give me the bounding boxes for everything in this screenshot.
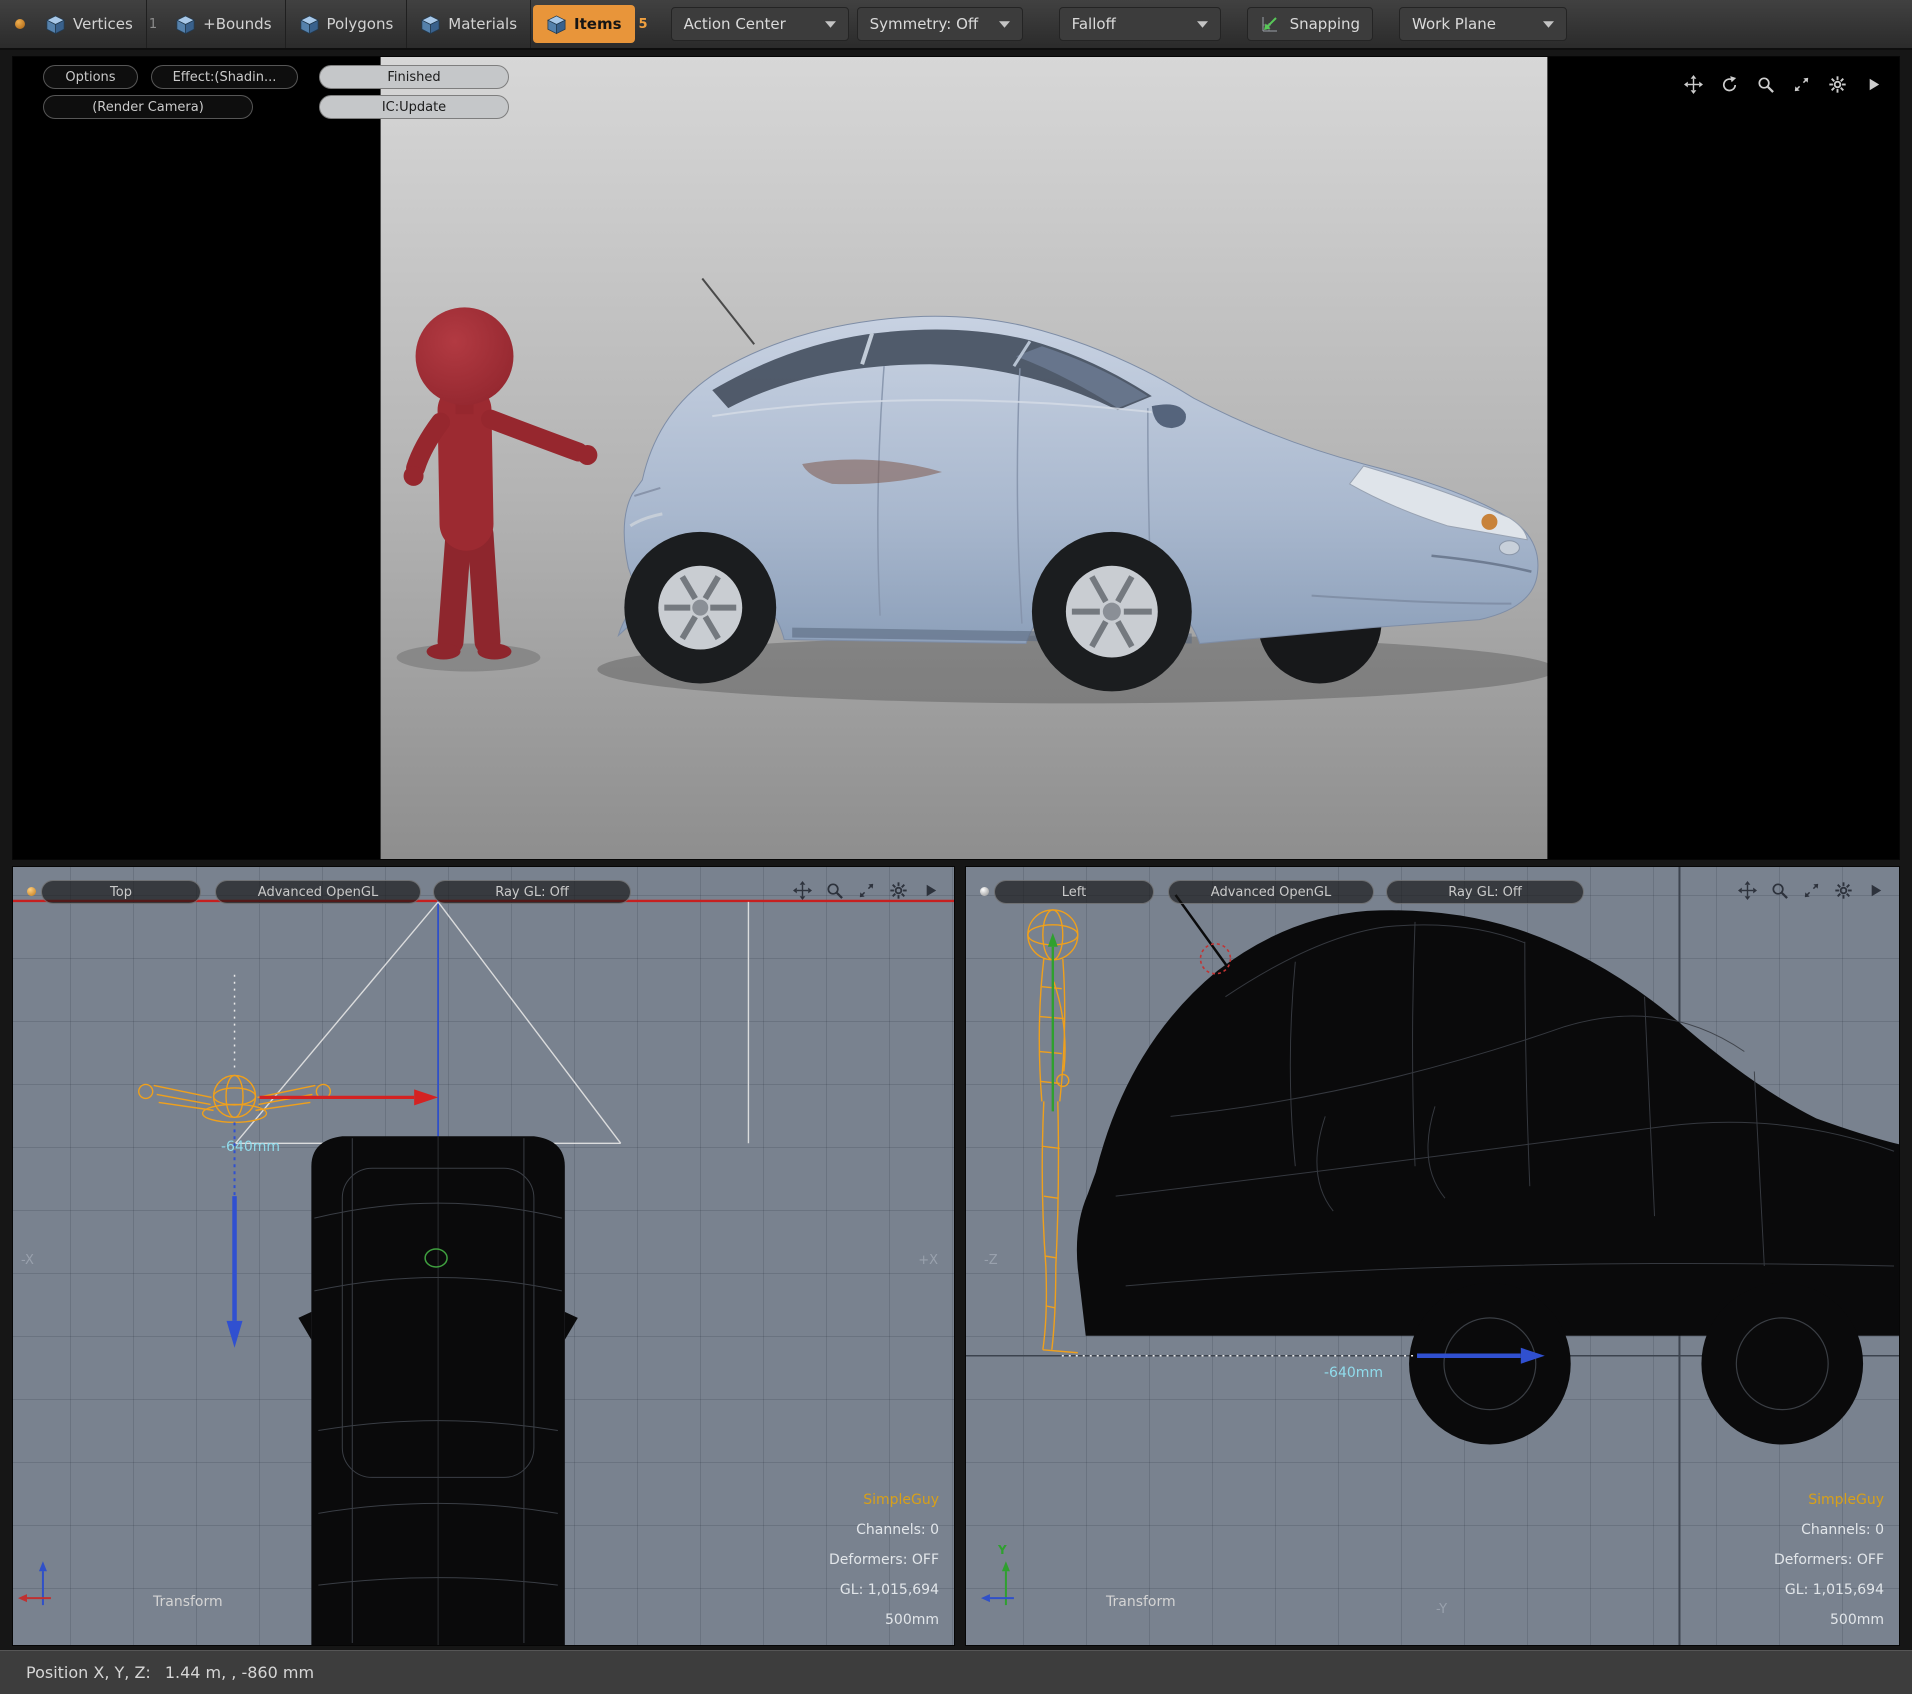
render-camera-button[interactable]: (Render Camera)	[43, 95, 253, 119]
position-label: Position X, Y, Z:	[26, 1663, 151, 1682]
tab-vertices-badge: 1	[149, 17, 157, 32]
work-plane-label: Work Plane	[1412, 15, 1496, 33]
tab-vertices-label: Vertices	[73, 15, 133, 33]
snapping-icon	[1260, 14, 1280, 34]
chevron-down-icon	[999, 21, 1010, 28]
mesh-icon	[45, 14, 66, 35]
view-type-label: Top	[110, 885, 132, 900]
tab-bounds[interactable]: +Bounds	[162, 0, 285, 48]
tab-polygons-label: Polygons	[327, 15, 394, 33]
options-button[interactable]: Options	[43, 65, 138, 89]
camera-render-scene[interactable]	[13, 57, 1899, 859]
effect-label: Effect:(Shadin...	[173, 70, 277, 85]
zoom-icon[interactable]	[1770, 881, 1789, 900]
snapping-label: Snapping	[1290, 15, 1360, 33]
chevron-down-icon	[1197, 21, 1208, 28]
play-icon[interactable]	[1866, 881, 1885, 900]
car-wireframe-top[interactable]	[298, 1136, 577, 1645]
maximize-icon[interactable]	[1802, 881, 1821, 900]
move-handle-z[interactable]	[227, 1122, 243, 1347]
tab-bounds-label: +Bounds	[203, 15, 271, 33]
render-camera-label: (Render Camera)	[92, 100, 204, 115]
main-toolbar: Vertices 1 +Bounds Polygons Materials It…	[0, 0, 1912, 50]
pan-icon[interactable]	[793, 881, 812, 900]
settings-icon[interactable]	[1834, 881, 1853, 900]
ic-update-label: IC:Update	[382, 100, 446, 115]
settings-icon[interactable]	[889, 881, 908, 900]
snapping-button[interactable]: Snapping	[1247, 7, 1373, 41]
raygl-button[interactable]: Ray GL: Off	[1386, 880, 1584, 904]
settings-icon[interactable]	[1828, 75, 1847, 94]
camera-frustum	[236, 902, 749, 1143]
play-icon[interactable]	[1864, 75, 1883, 94]
axis-widget	[18, 1561, 51, 1605]
status-bar: Position X, Y, Z: 1.44 m, , -860 mm	[0, 1650, 1912, 1694]
mesh-icon	[546, 14, 567, 35]
opengl-mode-button[interactable]: Advanced OpenGL	[1168, 880, 1374, 904]
maximize-icon[interactable]	[1792, 75, 1811, 94]
opengl-mode-label: Advanced OpenGL	[1211, 885, 1331, 900]
axis-widget	[981, 1561, 1014, 1605]
viewport-tool-icons	[1684, 75, 1883, 94]
position-value: 1.44 m, , -860 mm	[165, 1663, 314, 1682]
options-label: Options	[65, 70, 115, 85]
view-type-label: Left	[1062, 885, 1086, 900]
tab-polygons[interactable]: Polygons	[286, 0, 408, 48]
maximize-icon[interactable]	[857, 881, 876, 900]
finished-label: Finished	[387, 70, 440, 85]
chevron-down-icon	[1543, 21, 1554, 28]
play-icon[interactable]	[921, 881, 940, 900]
chevron-down-icon	[825, 21, 836, 28]
tab-materials-label: Materials	[448, 15, 517, 33]
opengl-mode-label: Advanced OpenGL	[258, 885, 378, 900]
raygl-label: Ray GL: Off	[1448, 885, 1522, 900]
view-type-button[interactable]: Top	[41, 880, 201, 904]
raygl-button[interactable]: Ray GL: Off	[433, 880, 631, 904]
ic-update-button[interactable]: IC:Update	[319, 95, 509, 119]
tab-materials[interactable]: Materials	[407, 0, 531, 48]
zoom-icon[interactable]	[1756, 75, 1775, 94]
camera-viewport[interactable]: Options Effect:(Shadin... Finished (Rend…	[12, 56, 1900, 860]
pan-icon[interactable]	[1738, 881, 1757, 900]
view-type-button[interactable]: Left	[994, 880, 1154, 904]
viewport-tool-icons	[793, 881, 940, 900]
raygl-label: Ray GL: Off	[495, 885, 569, 900]
viewport-indicator-dot[interactable]	[980, 887, 989, 896]
left-viewport[interactable]: Left Advanced OpenGL Ray GL: Off -640mm …	[965, 866, 1900, 1646]
action-center-dropdown[interactable]: Action Center	[671, 7, 849, 41]
viewport-tool-icons	[1738, 881, 1885, 900]
tab-items-label: Items	[574, 15, 621, 33]
mesh-icon	[299, 14, 320, 35]
pan-icon[interactable]	[1684, 75, 1703, 94]
work-plane-dropdown[interactable]: Work Plane	[1399, 7, 1567, 41]
tab-vertices[interactable]: Vertices	[32, 0, 147, 48]
finished-button[interactable]: Finished	[319, 65, 509, 89]
falloff-label: Falloff	[1072, 15, 1116, 33]
falloff-dropdown[interactable]: Falloff	[1059, 7, 1221, 41]
tab-items-badge: 5	[639, 17, 648, 32]
mesh-icon	[175, 14, 196, 35]
opengl-mode-button[interactable]: Advanced OpenGL	[215, 880, 421, 904]
effect-button[interactable]: Effect:(Shadin...	[151, 65, 298, 89]
top-view-scene[interactable]	[13, 867, 954, 1645]
layout-dot-icon[interactable]	[15, 19, 25, 29]
symmetry-label: Symmetry: Off	[870, 15, 979, 33]
top-viewport[interactable]: Top Advanced OpenGL Ray GL: Off -640mm -…	[12, 866, 955, 1646]
left-view-scene[interactable]	[966, 867, 1899, 1645]
viewport-indicator-dot[interactable]	[27, 887, 36, 896]
action-center-label: Action Center	[684, 15, 786, 33]
rotate-icon[interactable]	[1720, 75, 1739, 94]
tab-items[interactable]: Items	[533, 5, 634, 43]
car-wireframe-side[interactable]	[1077, 895, 1899, 1445]
mesh-icon	[420, 14, 441, 35]
zoom-icon[interactable]	[825, 881, 844, 900]
symmetry-dropdown[interactable]: Symmetry: Off	[857, 7, 1023, 41]
